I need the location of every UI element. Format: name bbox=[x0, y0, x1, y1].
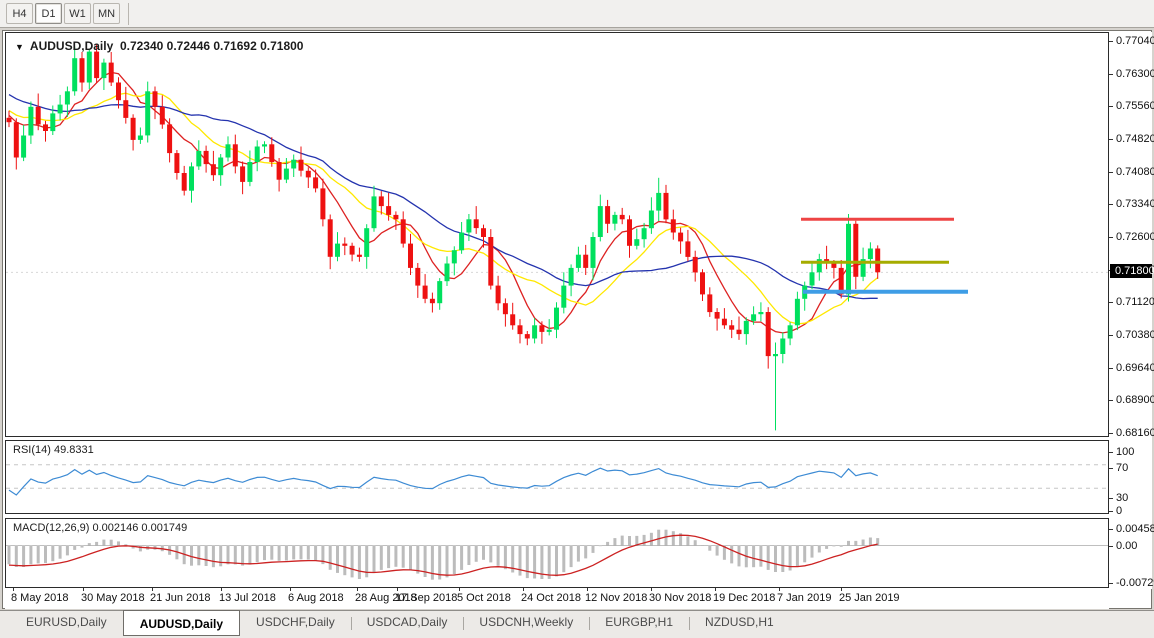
date-label: 17 Sep 2018 bbox=[395, 592, 457, 604]
date-tick-mark bbox=[13, 588, 14, 591]
date-tick-mark bbox=[459, 588, 460, 591]
tab-usdcnh-weekly[interactable]: USDCNH,Weekly bbox=[463, 611, 589, 635]
price-tick-label: 0.68160 bbox=[1116, 427, 1154, 439]
chevron-down-icon[interactable]: ▼ bbox=[15, 42, 24, 52]
axis-tick-mark bbox=[1109, 172, 1113, 173]
date-label: 8 May 2018 bbox=[11, 592, 68, 604]
timeframe-button-mn[interactable]: MN bbox=[93, 3, 120, 24]
chart-tab-bar: EURUSD,DailyAUDUSD,DailyUSDCHF,DailyUSDC… bbox=[0, 610, 1154, 638]
macd-tick-label: 0.004583 bbox=[1116, 523, 1154, 535]
timeframe-button-h4[interactable]: H4 bbox=[6, 3, 33, 24]
toolbar-separator bbox=[128, 3, 129, 25]
price-tick-label: 0.70380 bbox=[1116, 329, 1154, 341]
macd-label: MACD(12,26,9) 0.002146 0.001749 bbox=[13, 522, 187, 534]
axis-tick-mark bbox=[1109, 335, 1113, 336]
date-tick-mark bbox=[523, 588, 524, 591]
price-tick-label: 0.72600 bbox=[1116, 231, 1154, 243]
chart-window: ▼ AUDUSD,Daily 0.72340 0.72446 0.71692 0.… bbox=[2, 30, 1152, 609]
price-tick-label: 0.74820 bbox=[1116, 133, 1154, 145]
date-label: 25 Jan 2019 bbox=[839, 592, 900, 604]
candlestick-chart[interactable] bbox=[6, 33, 1108, 436]
price-tick-label: 0.74080 bbox=[1116, 166, 1154, 178]
date-label: 7 Jan 2019 bbox=[777, 592, 831, 604]
current-price-tag: 0.71800 bbox=[1110, 264, 1152, 278]
date-label: 5 Oct 2018 bbox=[457, 592, 511, 604]
date-label: 12 Nov 2018 bbox=[585, 592, 647, 604]
price-tick-label: 0.68900 bbox=[1116, 394, 1154, 406]
price-chart-panel[interactable]: ▼ AUDUSD,Daily 0.72340 0.72446 0.71692 0.… bbox=[5, 32, 1109, 437]
axis-tick-mark bbox=[1109, 106, 1113, 107]
date-axis[interactable]: 8 May 2018 30 May 2018 21 Jun 2018 13 Jul 2… bbox=[5, 588, 1109, 609]
price-tick-label: 0.71120 bbox=[1116, 296, 1154, 308]
axis-tick-mark bbox=[1109, 368, 1113, 369]
rsi-label: RSI(14) 49.8331 bbox=[13, 444, 94, 456]
tab-eurgbp-h1[interactable]: EURGBP,H1 bbox=[589, 611, 689, 635]
axis-tick-mark bbox=[1109, 204, 1113, 205]
timeframe-button-d1[interactable]: D1 bbox=[35, 3, 62, 24]
date-tick-mark bbox=[221, 588, 222, 591]
rsi-tick-label: 30 bbox=[1116, 492, 1128, 504]
date-tick-mark bbox=[357, 588, 358, 591]
price-axis[interactable]: 0.77040 0.76300 0.75560 0.74820 0.74080 0.733… bbox=[1109, 32, 1152, 589]
rsi-tick-label: 100 bbox=[1116, 446, 1134, 458]
date-tick-mark bbox=[779, 588, 780, 591]
axis-tick-mark bbox=[1109, 546, 1113, 547]
chart-ohlc-values: 0.72340 0.72446 0.71692 0.71800 bbox=[120, 39, 304, 53]
date-tick-mark bbox=[587, 588, 588, 591]
date-tick-mark bbox=[152, 588, 153, 591]
date-tick-mark bbox=[397, 588, 398, 591]
axis-tick-mark bbox=[1109, 302, 1113, 303]
axis-tick-mark bbox=[1109, 237, 1113, 238]
rsi-tick-label: 70 bbox=[1116, 462, 1128, 474]
tab-nzdusd-h1[interactable]: NZDUSD,H1 bbox=[689, 611, 790, 635]
date-label: 30 May 2018 bbox=[81, 592, 145, 604]
price-tick-label: 0.76300 bbox=[1116, 68, 1154, 80]
tab-usdchf-daily[interactable]: USDCHF,Daily bbox=[240, 611, 351, 635]
axis-tick-mark bbox=[1109, 468, 1113, 469]
rsi-chart bbox=[6, 441, 1108, 513]
rsi-panel[interactable]: RSI(14) 49.8331 bbox=[5, 440, 1109, 514]
date-tick-mark bbox=[841, 588, 842, 591]
chart-symbol-label: AUDUSD,Daily bbox=[30, 39, 113, 53]
axis-tick-mark bbox=[1109, 452, 1113, 453]
axis-tick-mark bbox=[1109, 400, 1113, 401]
axis-tick-mark bbox=[1109, 74, 1113, 75]
macd-tick-label: -0.007292 bbox=[1116, 577, 1154, 589]
tab-eurusd-daily[interactable]: EURUSD,Daily bbox=[10, 611, 123, 635]
date-tick-mark bbox=[83, 588, 84, 591]
timeframe-toolbar: H4D1W1MN bbox=[0, 0, 1154, 28]
date-label: 19 Dec 2018 bbox=[713, 592, 775, 604]
date-label: 21 Jun 2018 bbox=[150, 592, 211, 604]
macd-panel[interactable]: MACD(12,26,9) 0.002146 0.001749 bbox=[5, 518, 1109, 588]
price-tick-label: 0.75560 bbox=[1116, 100, 1154, 112]
macd-tick-label: 0.00 bbox=[1116, 540, 1137, 552]
tab-usdcad-daily[interactable]: USDCAD,Daily bbox=[351, 611, 464, 635]
date-tick-mark bbox=[651, 588, 652, 591]
axis-tick-mark bbox=[1109, 139, 1113, 140]
axis-tick-mark bbox=[1109, 433, 1113, 434]
date-label: 13 Jul 2018 bbox=[219, 592, 276, 604]
axis-tick-mark bbox=[1109, 511, 1113, 512]
tab-audusd-daily[interactable]: AUDUSD,Daily bbox=[123, 610, 240, 636]
date-label: 24 Oct 2018 bbox=[521, 592, 581, 604]
date-label: 30 Nov 2018 bbox=[649, 592, 711, 604]
price-tick-label: 0.77040 bbox=[1116, 35, 1154, 47]
axis-tick-mark bbox=[1109, 41, 1113, 42]
date-label: 6 Aug 2018 bbox=[288, 592, 344, 604]
axis-tick-mark bbox=[1109, 529, 1113, 530]
axis-tick-mark bbox=[1109, 583, 1113, 584]
rsi-tick-label: 0 bbox=[1116, 505, 1122, 517]
axis-tick-mark bbox=[1109, 498, 1113, 499]
date-tick-mark bbox=[290, 588, 291, 591]
chart-title: ▼ AUDUSD,Daily 0.72340 0.72446 0.71692 0.… bbox=[15, 39, 303, 53]
price-tick-label: 0.73340 bbox=[1116, 198, 1154, 210]
date-tick-mark bbox=[715, 588, 716, 591]
price-tick-label: 0.69640 bbox=[1116, 362, 1154, 374]
timeframe-button-w1[interactable]: W1 bbox=[64, 3, 91, 24]
